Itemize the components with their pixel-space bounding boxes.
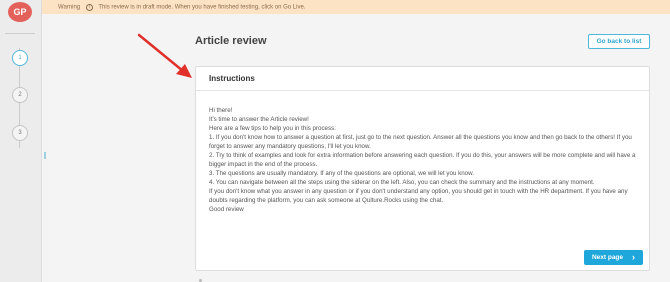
instruction-line: Here are a few tips to help you in this … — [209, 125, 336, 132]
step-1[interactable]: 1 — [12, 50, 28, 66]
next-page-label: Next page — [591, 254, 624, 261]
instruction-line: 3. The questions are usually mandatory. … — [209, 170, 474, 177]
instructions-card: Instructions Hi there! It's time to answ… — [195, 66, 650, 271]
step-2[interactable]: 2 — [12, 87, 28, 103]
instruction-line: 4. You can navigate between all the step… — [209, 179, 595, 186]
next-page-button[interactable]: Next page › — [584, 250, 643, 265]
info-icon: i — [85, 3, 93, 11]
sidebar: GP 1 2 3 — [0, 0, 42, 282]
instruction-line: Good review — [209, 206, 244, 213]
go-back-button[interactable]: Go back to list — [588, 34, 650, 49]
sidebar-collapse-handle[interactable] — [44, 152, 46, 159]
instruction-line: 2. Try to think of examples and look for… — [209, 152, 636, 168]
instruction-line: If you don't know what you answer in any… — [209, 188, 628, 204]
draft-warning-banner: Warning i This review is in draft mode. … — [42, 0, 670, 14]
sidebar-divider — [5, 33, 35, 34]
instructions-text: Hi there! It's time to answer the Articl… — [196, 91, 649, 214]
instruction-line: It's time to answer the Article review! — [209, 116, 309, 123]
step-3[interactable]: 3 — [12, 125, 28, 141]
chevron-right-icon: › — [632, 252, 636, 262]
card-title: Instructions — [196, 67, 649, 91]
instruction-line: Hi there! — [209, 107, 233, 114]
banner-message: This review is in draft mode. When you h… — [98, 4, 306, 10]
instruction-line: 1. If you don't know how to answer a que… — [209, 134, 632, 150]
banner-warning-label: Warning — [58, 4, 81, 10]
avatar[interactable]: GP — [8, 2, 32, 22]
page-title: Article review — [195, 35, 267, 47]
